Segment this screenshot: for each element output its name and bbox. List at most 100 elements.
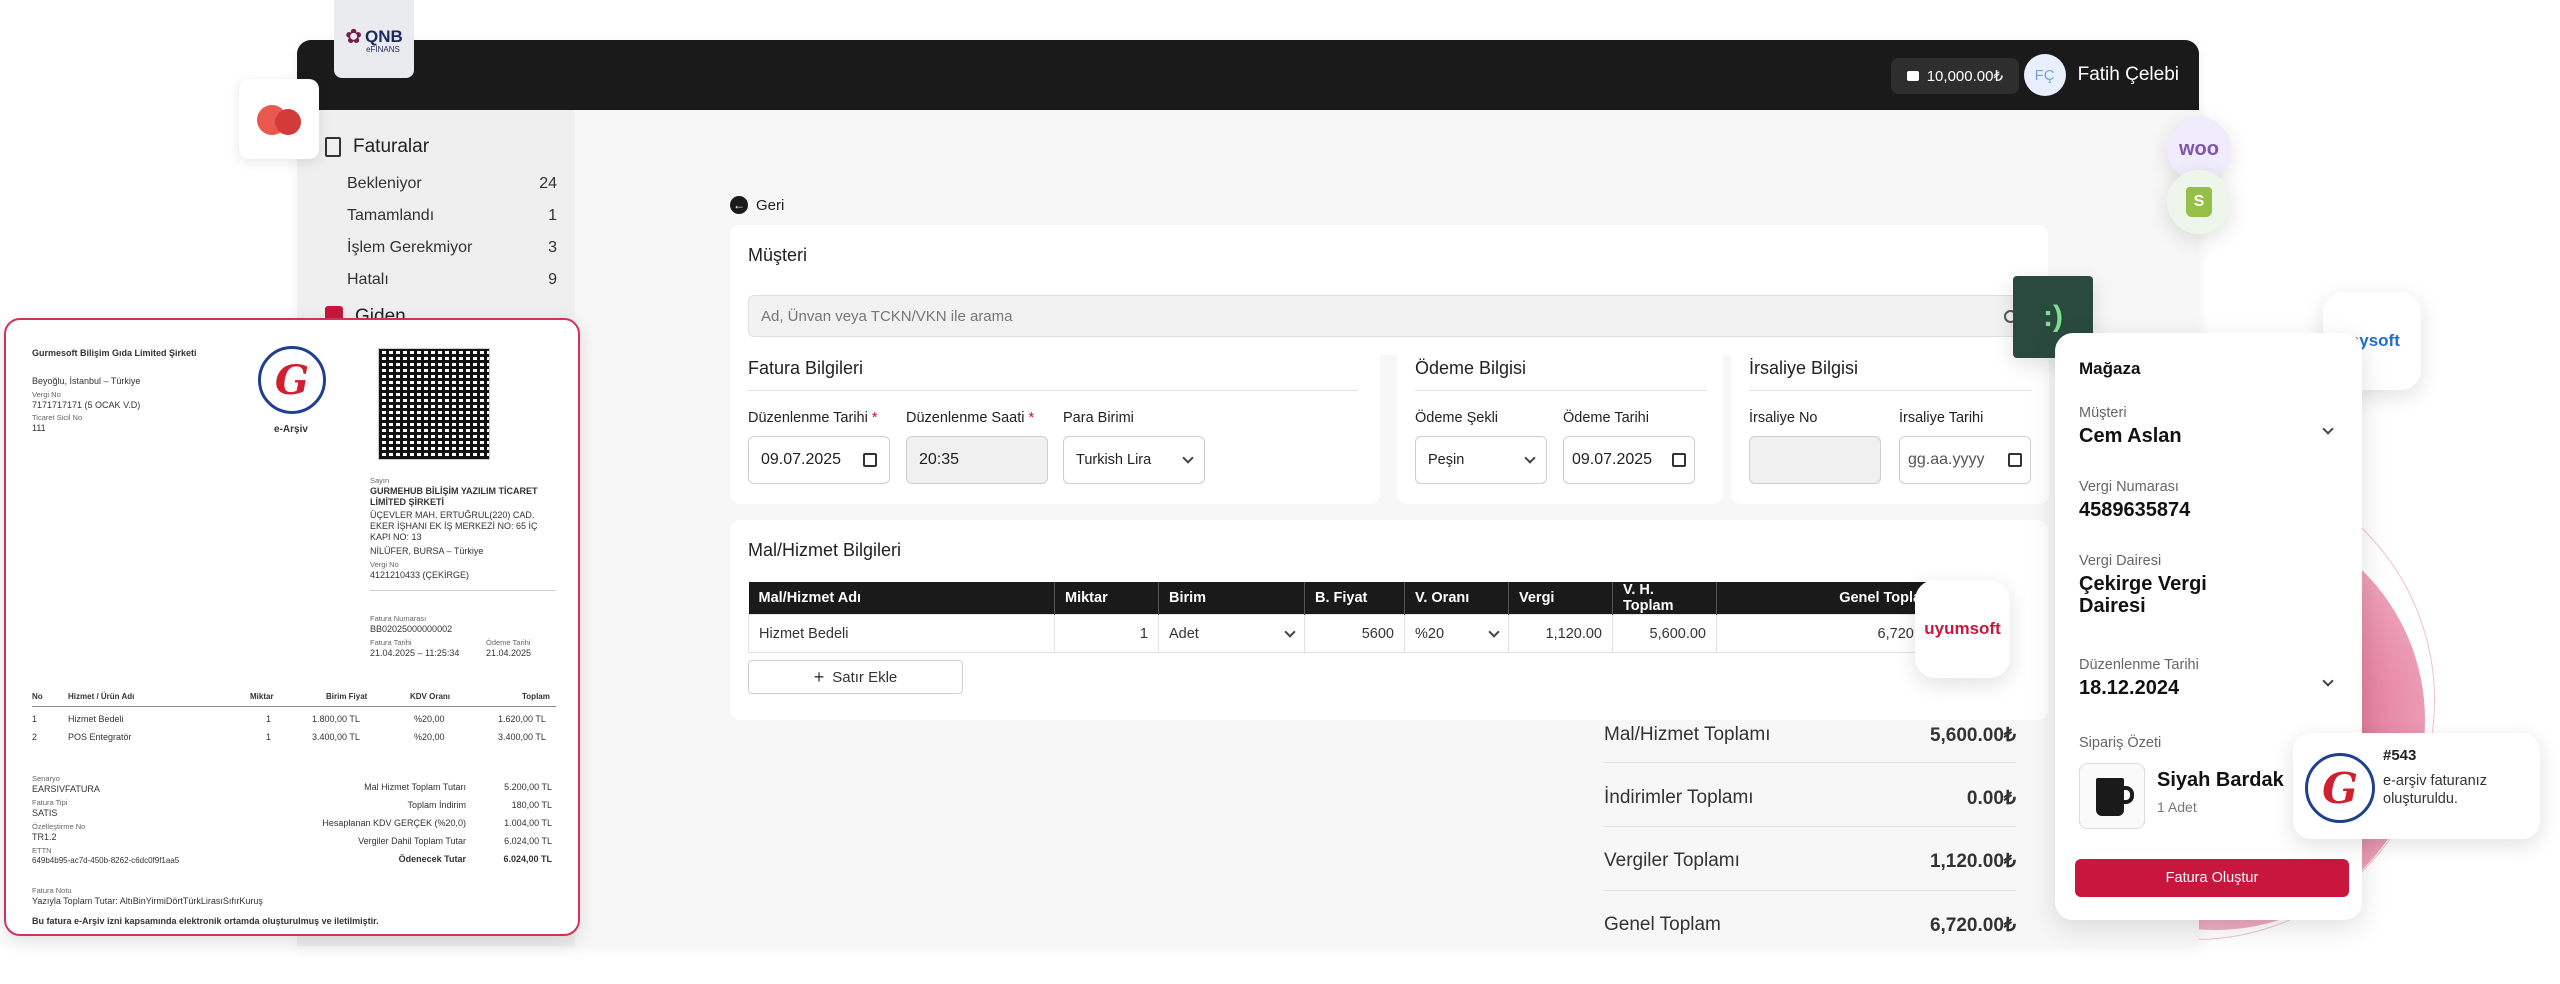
back-label: Geri (756, 196, 785, 214)
store-customer-value[interactable]: Cem Aslan (2079, 425, 2182, 448)
customer-panel: Müşteri Ad, Ünvan veya TCKN/VKN ile aram… (730, 225, 2048, 355)
col-price: B. Fiyat (1304, 582, 1405, 615)
inv-type: SATIS (32, 808, 58, 818)
inv-buyer-tax-label: Vergi No (370, 560, 399, 569)
user-menu[interactable]: FÇ Fatih Çelebi (2023, 54, 2179, 96)
qnb-logo-sub: eFİNANS (366, 45, 400, 54)
inv-cell: 2 (32, 732, 38, 742)
add-row-label: Satır Ekle (832, 668, 898, 686)
row-subtotal: 5,600.00 (1612, 614, 1717, 653)
inv-cell: %20,00 (414, 732, 445, 742)
back-link[interactable]: ← Geri (730, 196, 784, 214)
waybill-date-label: İrsaliye Tarihi (1899, 410, 1984, 426)
inv-cell: 1.800,00 TL (312, 714, 360, 724)
divider (1604, 890, 2016, 891)
store-taxoffice-label: Vergi Dairesi (2079, 553, 2162, 569)
store-customer-label: Müşteri (2079, 405, 2127, 421)
topbar: 10,000.00₺ FÇ Fatih Çelebi (297, 40, 2199, 110)
app-icon-tile (239, 79, 319, 159)
smile-logo-icon: :) (2043, 300, 2063, 333)
col-rate: V. Oranı (1404, 582, 1509, 615)
qnb-logo-text: QNB (364, 26, 403, 46)
chevron-down-icon[interactable] (2322, 675, 2334, 687)
col-total: Genel Toplam (1716, 582, 1945, 615)
notif-text: oluşturuldu. (2383, 791, 2458, 807)
inv-tradereg: 111 (32, 423, 46, 433)
inv-ettn: 649b4b95-ac7d-450b-8262-c6dc0f9f1aa5 (32, 856, 180, 865)
inv-sum-row: Hesaplanan KDV GERÇEK (%20,0) 1.004,00 TL (322, 818, 552, 828)
sidebar-item-tamamlandi[interactable]: Tamamlandı 1 (347, 207, 557, 225)
row-price[interactable]: 5600 (1304, 614, 1405, 653)
gib-seal-icon: G (258, 346, 326, 414)
inv-buyer-addr: ÜÇEVLER MAH. ERTUĞRUL(220) CAD. (370, 510, 535, 520)
document-icon (325, 137, 341, 157)
inv-sum-row: Toplam İndirim 180,00 TL (407, 800, 552, 810)
customer-search-input[interactable]: Ad, Ünvan veya TCKN/VKN ile arama (748, 295, 2030, 337)
waybill-no-field[interactable] (1749, 436, 1881, 484)
sidebar-item-bekleniyor[interactable]: Bekleniyor 24 (347, 175, 557, 193)
row-name[interactable]: Hizmet Bedeli (748, 614, 1055, 653)
col-qty: Miktar (1054, 582, 1159, 615)
sidebar-item-count: 9 (548, 271, 557, 288)
inv-paydate: 21.04.2025 (486, 648, 532, 658)
calendar-icon (863, 453, 877, 467)
add-row-button[interactable]: + Satır Ekle (748, 660, 963, 694)
store-date-value[interactable]: 18.12.2024 (2079, 677, 2179, 700)
row-unit-select[interactable]: Adet (1158, 614, 1305, 653)
inv-footer: Bu fatura e-Arşiv izni kapsamında elektr… (32, 916, 379, 926)
shopify-bag-icon: S (2186, 187, 2212, 217)
payment-method-value: Peşin (1428, 452, 1465, 468)
create-invoice-button[interactable]: Fatura Oluştur (2075, 859, 2349, 897)
row-qty[interactable]: 1 (1054, 614, 1159, 653)
invoice-info-title: Fatura Bilgileri (748, 358, 864, 378)
plus-icon: + (813, 666, 825, 687)
inv-buyer-city: NİLÜFER, BURSA – Türkiye (370, 546, 484, 556)
divider (1604, 762, 2016, 763)
inv-ettn-label: ETTN (32, 846, 52, 855)
inv-note-label: Fatura Notu (32, 886, 72, 895)
row-rate-select[interactable]: %20 (1404, 614, 1509, 653)
chevron-down-icon (1182, 452, 1194, 464)
payment-method-label: Ödeme Şekli (1415, 410, 1499, 426)
uyumsoft-logo: uyumsoft (1915, 580, 2010, 678)
qnb-logo: ✿ QNB eFİNANS (334, 0, 414, 78)
store-title: Mağaza (2079, 359, 2141, 378)
notif-text: e-arşiv faturanız (2383, 773, 2487, 789)
invoice-time-field[interactable]: 20:35 (906, 436, 1048, 484)
sidebar-item-hatali[interactable]: Hatalı 9 (347, 271, 557, 289)
inv-cell: 1 (266, 714, 272, 724)
waybill-date-placeholder: gg.aa.yyyy (1908, 451, 1985, 468)
store-taxno-value: 4589635874 (2079, 499, 2191, 521)
balance-badge[interactable]: 10,000.00₺ (1890, 58, 2019, 94)
sidebar-title[interactable]: Faturalar (325, 136, 429, 158)
payment-method-select[interactable]: Peşin (1415, 436, 1547, 484)
col-tax: Vergi (1508, 582, 1613, 615)
notif-number: #543 (2383, 747, 2417, 764)
sidebar-item-label: Bekleniyor (347, 175, 422, 192)
sidebar-item-islem-gerekmiyor[interactable]: İşlem Gerekmiyor 3 (347, 239, 557, 257)
inv-taxno: 7171717171 (5 OCAK V.D) (32, 400, 141, 410)
payment-date-label: Ödeme Tarihi (1563, 410, 1649, 426)
inv-cell: 1 (32, 714, 38, 724)
inv-cell: 3.400,00 TL (498, 732, 546, 742)
chevron-down-icon (1524, 452, 1536, 464)
inv-paydate-label: Ödeme Tarihi (486, 638, 531, 647)
inv-th: Toplam (522, 692, 550, 701)
inv-company: Gurmesoft Bilişim Gıda Limited Şirketi (32, 348, 197, 358)
invoice-preview: Gurmesoft Bilişim Gıda Limited Şirketi B… (4, 318, 580, 936)
invoice-date-field[interactable]: 09.07.2025 (748, 436, 890, 484)
chevron-down-icon[interactable] (2322, 423, 2334, 435)
payment-date-field[interactable]: 09.07.2025 (1563, 436, 1695, 484)
col-unit: Birim (1158, 582, 1305, 615)
qnb-flower-icon: ✿ (345, 26, 362, 48)
waybill-date-field[interactable]: gg.aa.yyyy (1899, 436, 2031, 484)
currency-select[interactable]: Turkish Lira (1063, 436, 1205, 484)
inv-cell: 3.400,00 TL (312, 732, 360, 742)
goods-table: Mal/Hizmet Adı Miktar Birim B. Fiyat V. … (748, 582, 1945, 653)
payment-date-value: 09.07.2025 (1572, 451, 1653, 468)
gib-seal-icon: G (2305, 753, 2375, 823)
divider (1604, 826, 2016, 827)
inv-no-label: Fatura Numarası (370, 614, 427, 623)
chevron-down-icon (1284, 625, 1296, 638)
inv-sum-row: Mal Hizmet Toplam Tutarı 5.200,00 TL (364, 782, 552, 792)
